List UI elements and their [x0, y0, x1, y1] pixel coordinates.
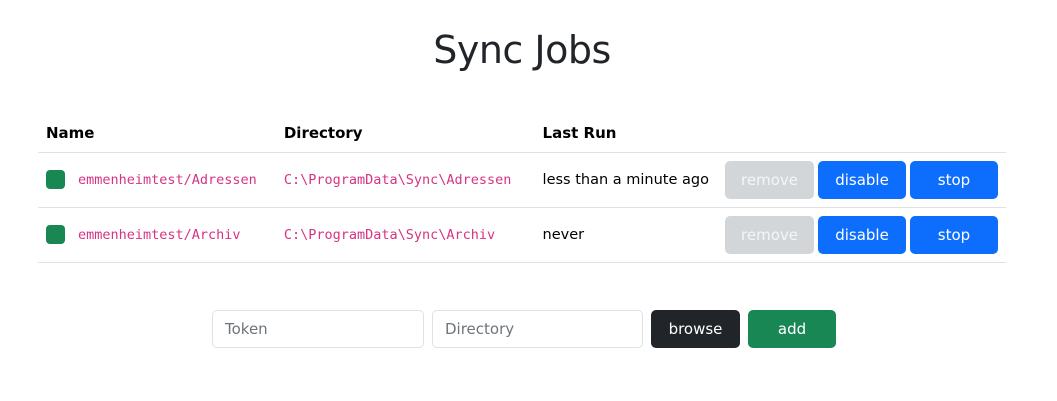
stop-button[interactable]: stop [910, 160, 998, 199]
job-last-run-cell: less than a minute ago [534, 152, 717, 208]
job-directory: C:\ProgramData\Sync\Adressen [283, 172, 512, 188]
column-header-actions [717, 114, 1006, 153]
column-header-directory: Directory [275, 114, 535, 153]
token-input[interactable] [212, 310, 424, 348]
job-name: emmenheimtest/Adressen [78, 171, 257, 188]
table-row: emmenheimtest/Adressen C:\ProgramData\Sy… [38, 152, 1006, 208]
job-directory: C:\ProgramData\Sync\Archiv [283, 227, 496, 243]
add-job-form: browse add [212, 310, 836, 348]
status-indicator [46, 170, 65, 189]
remove-button[interactable]: remove [725, 215, 814, 254]
job-directory-cell: C:\ProgramData\Sync\Archiv [275, 207, 535, 263]
job-directory-cell: C:\ProgramData\Sync\Adressen [275, 152, 535, 208]
disable-button[interactable]: disable [818, 160, 906, 199]
remove-button[interactable]: remove [725, 160, 814, 199]
stop-button[interactable]: stop [910, 215, 998, 254]
add-button[interactable]: add [748, 310, 836, 348]
job-last-run-cell: never [534, 207, 717, 263]
table-row: emmenheimtest/Archiv C:\ProgramData\Sync… [38, 207, 1006, 263]
job-name-cell: emmenheimtest/Archiv [38, 207, 276, 263]
job-last-run: never [542, 227, 585, 243]
job-name: emmenheimtest/Archiv [78, 226, 241, 243]
disable-button[interactable]: disable [818, 215, 906, 254]
column-header-name: Name [38, 114, 276, 153]
sync-jobs-table: Name Directory Last Run emmenheimtest/Ad… [38, 114, 1006, 263]
directory-input[interactable] [432, 310, 643, 348]
job-actions-cell: remove disable stop [717, 207, 1006, 263]
browse-button[interactable]: browse [651, 310, 740, 348]
table-header-row: Name Directory Last Run [38, 114, 1006, 153]
job-name-cell: emmenheimtest/Adressen [38, 152, 276, 208]
status-indicator [46, 225, 65, 244]
column-header-last-run: Last Run [534, 114, 717, 153]
page-title: Sync Jobs [433, 28, 611, 72]
job-actions-cell: remove disable stop [717, 152, 1006, 208]
job-last-run: less than a minute ago [542, 172, 709, 188]
